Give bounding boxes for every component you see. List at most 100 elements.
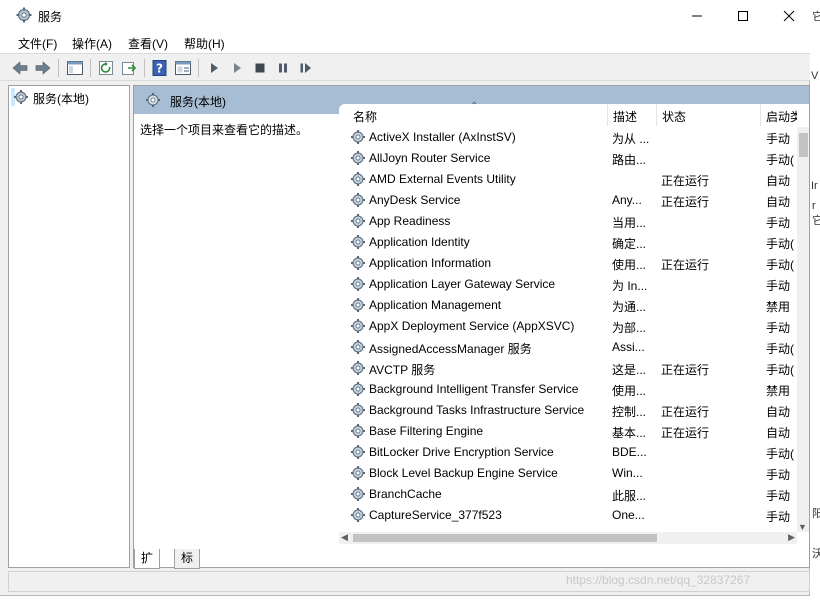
service-row[interactable]: AnyDesk Service Any... 正在运行 自动 <box>339 190 797 211</box>
service-row[interactable]: Application Management 为通... 禁用 <box>339 295 797 316</box>
column-header-name[interactable]: 名称 <box>353 108 377 125</box>
maximize-icon <box>738 11 748 22</box>
background-text: 沃 <box>812 548 820 560</box>
service-row[interactable]: AVCTP 服务 这是... 正在运行 手动( <box>339 358 797 379</box>
close-button[interactable] <box>766 0 812 31</box>
help-icon[interactable]: ? <box>151 59 169 77</box>
background-text: 它 <box>812 11 820 23</box>
service-row[interactable]: Application Layer Gateway Service 为 In...… <box>339 274 797 295</box>
service-row[interactable]: Base Filtering Engine 基本... 正在运行 自动 <box>339 421 797 442</box>
stop-service-icon[interactable] <box>251 59 269 77</box>
service-gear-icon <box>351 445 365 459</box>
service-startup-type: 禁用 <box>766 384 791 398</box>
service-description: 为通... <box>612 300 647 314</box>
column-divider[interactable] <box>607 104 608 126</box>
service-gear-icon <box>351 214 365 228</box>
scroll-left-arrow-icon[interactable]: ◀ <box>341 532 348 543</box>
service-gear-icon <box>351 319 365 333</box>
services-rows: ActiveX Installer (AxInstSV) 为从 ... 手动 AllJ… <box>339 127 797 532</box>
services-list: ⌃ 名称 描述 状态 启动类 ActiveX Installer (AxInst… <box>339 101 809 548</box>
window-title: 服务 <box>38 10 63 24</box>
service-row[interactable]: BitLocker Drive Encryption Service BDE...… <box>339 442 797 463</box>
service-startup-type: 自动 <box>766 174 791 188</box>
forward-arrow-icon[interactable] <box>34 59 52 77</box>
service-row[interactable]: AssignedAccessManager 服务 Assi... 手动( <box>339 337 797 358</box>
service-row[interactable]: AMD External Events Utility 正在运行 自动 <box>339 169 797 190</box>
start-service-params-icon[interactable] <box>228 59 246 77</box>
pause-service-icon[interactable] <box>274 59 292 77</box>
restart-service-icon[interactable] <box>297 59 315 77</box>
scroll-right-arrow-icon[interactable]: ▶ <box>788 532 795 543</box>
menu-file[interactable]: 文件(F) <box>18 35 57 52</box>
service-startup-type: 禁用 <box>766 300 791 314</box>
menu-help[interactable]: 帮助(H) <box>184 35 225 52</box>
service-startup-type: 自动 <box>766 195 791 209</box>
service-startup-type: 手动 <box>766 510 791 524</box>
start-service-icon[interactable] <box>205 59 223 77</box>
column-divider[interactable] <box>656 104 657 126</box>
service-row[interactable]: Application Information 使用... 正在运行 手动( <box>339 253 797 274</box>
menu-bar: 文件(F) 操作(A) 查看(V) 帮助(H) <box>0 31 810 53</box>
column-divider[interactable] <box>760 104 761 126</box>
horizontal-scrollbar-thumb[interactable] <box>353 534 657 542</box>
background-text: 阳 <box>812 508 820 520</box>
service-row[interactable]: Application Identity 确定... 手动( <box>339 232 797 253</box>
service-startup-type: 手动 <box>766 321 791 335</box>
background-text: V <box>811 70 819 82</box>
close-icon <box>783 10 795 22</box>
service-row[interactable]: Background Tasks Infrastructure Service 控… <box>339 400 797 421</box>
details-pane: 服务(本地) 选择一个项目来查看它的描述。 ⌃ 名称 描述 状态 启动类 Act… <box>133 85 810 568</box>
service-row[interactable]: AppX Deployment Service (AppXSVC) 为部... 手动 <box>339 316 797 337</box>
menu-action[interactable]: 操作(A) <box>72 35 112 52</box>
vertical-scrollbar[interactable]: ▼ <box>797 127 809 532</box>
maximize-button[interactable] <box>720 0 766 31</box>
scroll-down-arrow-icon[interactable]: ▼ <box>798 522 807 532</box>
service-description: Assi... <box>612 340 645 354</box>
background-text: 它 <box>812 215 820 227</box>
menu-view[interactable]: 查看(V) <box>128 35 168 52</box>
service-description: 使用... <box>612 258 647 272</box>
service-gear-icon <box>351 382 365 396</box>
service-name: App Readiness <box>369 214 451 228</box>
service-name: AnyDesk Service <box>369 193 461 207</box>
service-description: 控制... <box>612 405 647 419</box>
background-text: Ir <box>811 180 818 192</box>
minimize-button-area[interactable] <box>674 0 720 31</box>
service-gear-icon <box>351 172 365 186</box>
service-row[interactable]: CaptureService_377f523 One... 手动 <box>339 505 797 526</box>
export-list-icon[interactable] <box>120 59 138 77</box>
service-startup-type: 自动 <box>766 405 791 419</box>
service-startup-type: 手动( <box>766 153 794 167</box>
service-description: One... <box>612 508 645 522</box>
service-gear-icon <box>351 193 365 207</box>
service-description: 为部... <box>612 321 647 335</box>
service-startup-type: 手动 <box>766 132 791 146</box>
service-name: AVCTP 服务 <box>369 363 436 377</box>
properties-icon[interactable] <box>174 59 192 77</box>
vertical-scrollbar-thumb[interactable] <box>799 133 808 157</box>
tab-standard[interactable]: 标准 <box>174 549 201 584</box>
tree-item-services-local[interactable]: 服务(本地) <box>11 88 89 106</box>
service-name: Base Filtering Engine <box>369 424 484 438</box>
service-row[interactable]: Background Intelligent Transfer Service 使… <box>339 379 797 400</box>
back-arrow-icon[interactable] <box>11 59 29 77</box>
toolbar-separator <box>198 59 199 77</box>
service-startup-type: 手动( <box>766 342 794 356</box>
column-header-startup-type[interactable]: 启动类 <box>766 108 797 125</box>
service-startup-type: 自动 <box>766 426 791 440</box>
tab-extended[interactable]: 扩展 <box>134 549 161 584</box>
service-row[interactable]: App Readiness 当用... 手动 <box>339 211 797 232</box>
horizontal-scrollbar[interactable]: ◀ ▶ <box>339 532 797 544</box>
toolbar: ? <box>0 53 810 81</box>
show-hide-tree-icon[interactable] <box>66 59 84 77</box>
service-row[interactable]: ActiveX Installer (AxInstSV) 为从 ... 手动 <box>339 127 797 148</box>
column-header-description[interactable]: 描述 <box>613 108 637 125</box>
service-description: 路由... <box>612 153 647 167</box>
column-header-status[interactable]: 状态 <box>662 108 686 125</box>
service-row[interactable]: Block Level Backup Engine Service Win... 手… <box>339 463 797 484</box>
service-row[interactable]: AllJoyn Router Service 路由... 手动( <box>339 148 797 169</box>
service-description: 确定... <box>612 237 647 251</box>
service-row[interactable]: BranchCache 此服... 手动 <box>339 484 797 505</box>
service-description: 基本... <box>612 426 647 440</box>
refresh-icon[interactable] <box>97 59 115 77</box>
